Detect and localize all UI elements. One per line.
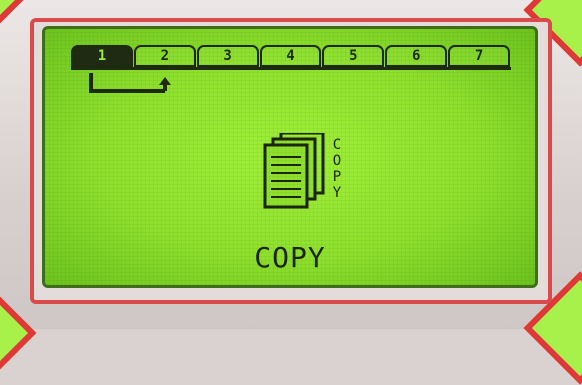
tab-label: 1 bbox=[97, 48, 107, 64]
tab-bar: 1 2 3 4 5 6 7 bbox=[71, 45, 511, 69]
device-frame: 1 2 3 4 5 6 7 COPY COPY bbox=[0, 0, 582, 385]
tab-label: 5 bbox=[349, 48, 358, 64]
tab-4[interactable]: 4 bbox=[259, 45, 322, 67]
tab-3[interactable]: 3 bbox=[196, 45, 259, 67]
tab-label: 4 bbox=[286, 48, 295, 64]
tab-label: 7 bbox=[474, 48, 484, 64]
tab-label: 3 bbox=[223, 48, 232, 64]
tab-baseline bbox=[71, 67, 511, 70]
lcd-screen: 1 2 3 4 5 6 7 COPY COPY bbox=[42, 26, 538, 288]
copy-documents-icon: COPY bbox=[263, 133, 342, 209]
mode-label: COPY bbox=[254, 241, 326, 274]
icon-side-text: COPY bbox=[333, 137, 342, 201]
tab-2[interactable]: 2 bbox=[133, 45, 196, 67]
tab-7[interactable]: 7 bbox=[448, 45, 511, 67]
tab-label: 6 bbox=[412, 48, 421, 64]
tab-switch-arrow-icon bbox=[89, 73, 171, 93]
tab-5[interactable]: 5 bbox=[322, 45, 385, 67]
tab-label: 2 bbox=[160, 48, 169, 64]
tab-1[interactable]: 1 bbox=[71, 45, 133, 67]
tab-6[interactable]: 6 bbox=[385, 45, 448, 67]
